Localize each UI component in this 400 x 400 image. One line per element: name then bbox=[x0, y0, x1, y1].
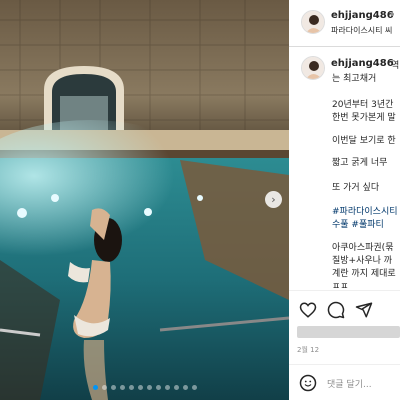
spa-photo-illustration bbox=[0, 0, 289, 400]
carousel-dot bbox=[164, 385, 170, 390]
caption-avatar[interactable] bbox=[301, 56, 325, 80]
comment-input[interactable]: 댓글 달기... bbox=[327, 377, 372, 390]
caption-hashtags-2[interactable]: 수풀 #풀파티 bbox=[332, 217, 384, 230]
caption-line7: 또 가거 싶다 bbox=[332, 183, 380, 193]
carousel-dot bbox=[191, 385, 197, 390]
caption-line6: 짧고 굵게 너무 bbox=[332, 158, 388, 168]
post-photo[interactable]: › bbox=[0, 0, 289, 400]
carousel-dot bbox=[155, 385, 161, 390]
post-username[interactable]: ehjjang486 bbox=[331, 10, 394, 21]
likes-count-blurred bbox=[297, 326, 400, 338]
carousel-dot bbox=[101, 385, 107, 390]
caption-line10: 계란 까지 제대로 bbox=[332, 269, 396, 279]
separator-dot: • bbox=[389, 10, 396, 21]
emoji-icon[interactable] bbox=[299, 374, 317, 392]
carousel-dot bbox=[146, 385, 152, 390]
carousel-dot bbox=[173, 385, 179, 390]
avatar-image bbox=[302, 57, 324, 79]
carousel-dot bbox=[110, 385, 116, 390]
caption-line4: 한번 못가본게 말 bbox=[332, 113, 396, 123]
carousel-dot bbox=[119, 385, 125, 390]
avatar[interactable] bbox=[301, 10, 325, 34]
share-icon[interactable] bbox=[355, 301, 373, 319]
heart-icon[interactable] bbox=[299, 301, 317, 319]
caption-line8: 아쿠아스파권(묶 bbox=[332, 243, 394, 253]
post-location[interactable]: 파라다이스시티 씨 bbox=[331, 25, 392, 36]
post-date[interactable]: 2월 12 bbox=[297, 345, 319, 355]
comment-icon[interactable] bbox=[327, 301, 345, 319]
carousel-dot bbox=[182, 385, 188, 390]
carousel-dot bbox=[92, 385, 98, 390]
carousel-dot bbox=[137, 385, 143, 390]
caption-line2: 는 최고채거 bbox=[332, 74, 377, 84]
caption-username[interactable]: ehjjang486 bbox=[331, 58, 394, 69]
carousel-dots bbox=[0, 385, 289, 390]
comment-bar: 댓글 달기... bbox=[289, 364, 400, 400]
caption-hashtags-1[interactable]: #파라다이스시티 bbox=[332, 204, 398, 217]
caption-line5: 이번달 보기로 한 bbox=[332, 136, 396, 146]
next-slide-button[interactable]: › bbox=[265, 191, 282, 208]
carousel-dot bbox=[128, 385, 134, 390]
avatar-image bbox=[302, 11, 324, 33]
post-sidebar: ehjjang486 • 파라다이스시티 씨 ehjjang486 역 는 최고… bbox=[289, 0, 400, 400]
chevron-right-icon: › bbox=[271, 193, 276, 206]
action-bar bbox=[289, 290, 400, 331]
post-header: ehjjang486 • 파라다이스시티 씨 bbox=[289, 0, 400, 47]
caption-line9: 질방+사우나 까 bbox=[332, 256, 393, 266]
caption-line3: 20년부터 3년간 bbox=[332, 100, 394, 110]
caption-line1: 역 bbox=[391, 61, 400, 71]
